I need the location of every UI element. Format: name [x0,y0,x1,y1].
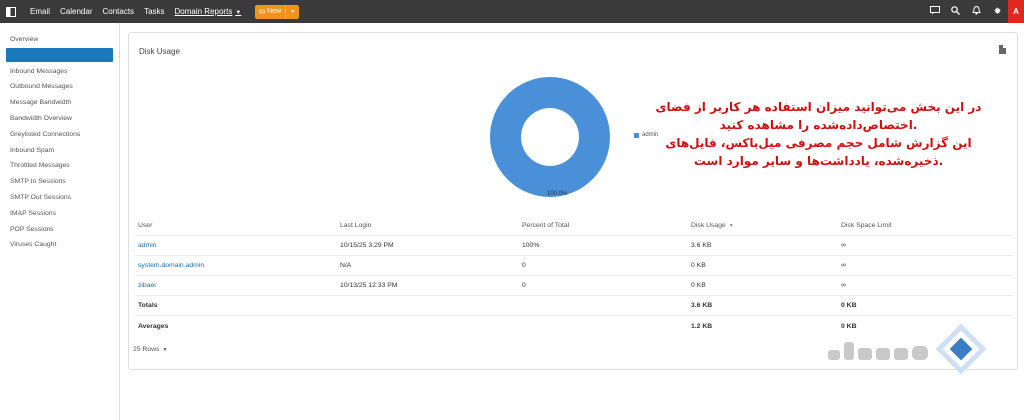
envelope-icon: ✉ [259,8,266,16]
cell-percent: 0 [522,262,526,269]
donut-chart-svg [490,77,610,197]
brightness-icon[interactable]: ✹ [987,6,1008,17]
averages-label: Averages [138,322,169,330]
watermark-logo [808,320,988,380]
chevron-down-icon[interactable]: ▼ [290,9,295,15]
cell-last-login: 10/13/25 12:33 PM [340,282,398,289]
sort-desc-icon: ▼ [728,223,734,229]
chevron-down-icon: ▼ [162,347,168,353]
column-header-disk-usage-label: Disk Usage [691,222,726,229]
nav-contacts[interactable]: Contacts [102,7,134,16]
search-icon[interactable] [945,6,966,17]
sidebar-item-viruses-caught[interactable]: Viruses Caught [0,237,119,253]
cell-disk-usage: 3.6 KB [691,242,712,249]
sidebar-toggle-icon[interactable] [0,0,22,23]
user-link-admin[interactable]: admin [138,242,157,249]
rows-per-page-select[interactable]: 25 Rows ▼ [133,346,167,353]
annotation-line-2: .اختصاص‌داده‌شده را مشاهده کنید [719,118,918,132]
sidebar-item-outbound-messages[interactable]: Outbound Messages [0,79,119,95]
user-link-zibaei[interactable]: zibaei [138,282,156,289]
totals-label: Totals [138,302,158,309]
disk-usage-table: User Last Login Percent of Total Disk Us… [135,216,1013,336]
annotation-text: در این بخش می‌توانید میزان استفاده هر کا… [651,98,986,170]
new-button-label: New [267,8,282,15]
sidebar-item-pop-sessions[interactable]: POP Sessions [0,222,119,238]
column-header-user[interactable]: User [135,222,340,229]
cell-percent: 100% [522,242,540,249]
column-header-last-login[interactable]: Last Login [340,222,522,229]
top-bar: Email Calendar Contacts Tasks Domain Rep… [0,0,1024,23]
column-header-percent[interactable]: Percent of Total [522,222,691,229]
export-document-icon[interactable] [999,45,1006,54]
table-row: admin 10/15/25 3:29 PM 100% 3.6 KB ∞ [135,236,1013,256]
sidebar: Overview Disk Usage Inbound Messages Out… [0,23,120,420]
sidebar-item-smtp-out-sessions[interactable]: SMTP Out Sessions [0,190,119,206]
totals-disk-limit: 0 KB [841,302,857,309]
sidebar-item-smtp-in-sessions[interactable]: SMTP In Sessions [0,174,119,190]
main-nav: Email Calendar Contacts Tasks Domain Rep… [30,4,300,19]
cell-disk-usage: 0 KB [691,282,706,289]
nav-tasks[interactable]: Tasks [144,7,164,16]
new-button[interactable]: ✉ New ▼ [255,4,300,19]
bell-icon[interactable] [966,5,987,17]
cell-last-login: 10/15/25 3:29 PM [340,242,394,249]
column-header-disk-usage[interactable]: Disk Usage ▼ [691,222,841,229]
sidebar-item-inbound-spam[interactable]: Inbound Spam [0,143,119,159]
annotation-line-3: این گزارش شامل حجم مصرفی میل‌باکس، فایل‌… [665,136,972,150]
avatar[interactable]: A [1008,0,1024,23]
sidebar-item-overview[interactable]: Overview [0,32,119,48]
sidebar-item-disk-usage[interactable]: Disk Usage [6,47,113,62]
donut-chart [489,76,611,198]
sidebar-item-inbound-messages[interactable]: Inbound Messages [0,64,119,80]
cell-percent: 0 [522,282,526,289]
cell-disk-usage: 0 KB [691,262,706,269]
nav-email[interactable]: Email [30,7,50,16]
sidebar-item-message-bandwidth[interactable]: Message Bandwidth [0,95,119,111]
table-row: system.domain.admin N/A 0 0 KB ∞ [135,256,1013,276]
nav-domain-reports-label: Domain Reports [174,7,233,16]
cell-disk-limit: ∞ [841,242,846,249]
totals-row: Totals 3.6 KB 0 KB [135,296,1013,316]
chat-icon[interactable] [924,6,945,17]
cell-disk-limit: ∞ [841,262,846,269]
page-title: Disk Usage [139,47,180,56]
rows-per-page-label: 25 Rows [133,346,160,353]
cell-last-login: N/A [340,262,352,269]
new-button-divider [285,4,287,19]
topbar-actions: ✹ A [924,0,1024,23]
sidebar-item-throttled-messages[interactable]: Throttled Messages [0,158,119,174]
sidebar-item-bandwidth-overview[interactable]: Bandwidth Overview [0,111,119,127]
cell-disk-limit: ∞ [841,282,846,289]
legend-swatch-admin [634,132,639,138]
nav-calendar[interactable]: Calendar [60,7,92,16]
totals-disk-usage: 3.6 KB [691,302,713,309]
annotation-line-4: .ذخیره‌شده، یادداشت‌ها و سایر موارد است [693,154,944,168]
table-header: User Last Login Percent of Total Disk Us… [135,216,1013,236]
chevron-down-icon: ▼ [235,10,242,16]
table-row: zibaei 10/13/25 12:33 PM 0 0 KB ∞ [135,276,1013,296]
annotation-line-1: در این بخش می‌توانید میزان استفاده هر کا… [655,100,982,114]
sidebar-item-greylisted-connections[interactable]: Greylisted Connections [0,127,119,143]
nav-domain-reports[interactable]: Domain Reports ▼ [175,7,242,16]
user-link-system-domain-admin[interactable]: system.domain.admin [138,262,204,269]
donut-data-label: 100.0% [547,191,568,197]
column-header-disk-limit[interactable]: Disk Space Limit [841,222,1013,229]
donut-slice-admin [490,77,610,197]
sidebar-item-imap-sessions[interactable]: IMAP Sessions [0,206,119,222]
